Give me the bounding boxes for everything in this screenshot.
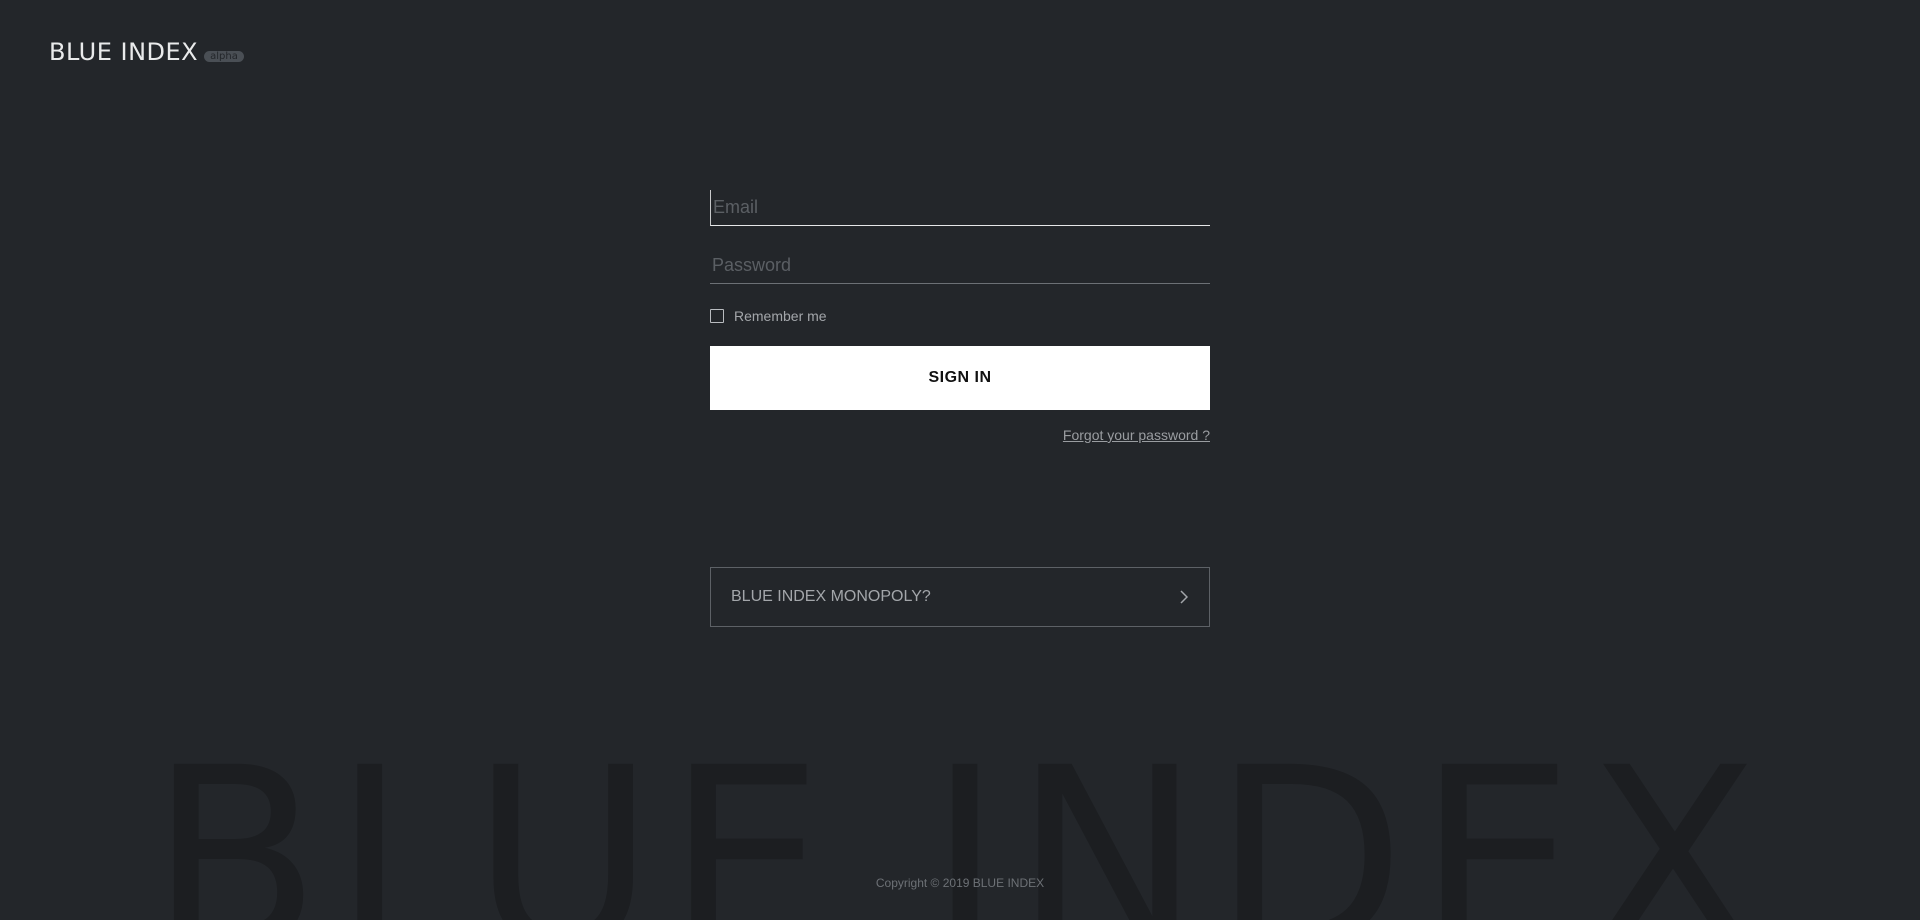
remember-me-row[interactable]: Remember me xyxy=(710,306,1210,326)
logo-text: BLUE INDEX xyxy=(49,38,199,66)
alpha-badge: alpha xyxy=(204,51,244,62)
monopoly-label: BLUE INDEX MONOPOLY? xyxy=(731,588,931,605)
password-field-wrapper xyxy=(710,248,1210,286)
remember-me-checkbox[interactable] xyxy=(710,309,724,323)
chevron-right-icon xyxy=(1179,589,1189,605)
email-field-wrapper xyxy=(710,190,1210,228)
brand-logo[interactable]: BLUE INDEX alpha xyxy=(49,40,244,64)
sign-in-button[interactable]: SIGN IN xyxy=(710,346,1210,410)
background-watermark: BLUE INDEX xyxy=(149,714,1771,920)
email-input[interactable] xyxy=(710,190,1210,226)
login-page: BLUE INDEX BLUE INDEX alpha Remember me … xyxy=(0,0,1920,920)
login-form: Remember me SIGN IN Forgot your password… xyxy=(710,190,1210,443)
forgot-password-link[interactable]: Forgot your password ? xyxy=(710,427,1210,443)
copyright-text: Copyright © 2019 BLUE INDEX xyxy=(875,876,1045,890)
remember-me-label: Remember me xyxy=(734,308,827,324)
password-input[interactable] xyxy=(710,248,1210,284)
monopoly-link-card[interactable]: BLUE INDEX MONOPOLY? xyxy=(710,567,1210,627)
